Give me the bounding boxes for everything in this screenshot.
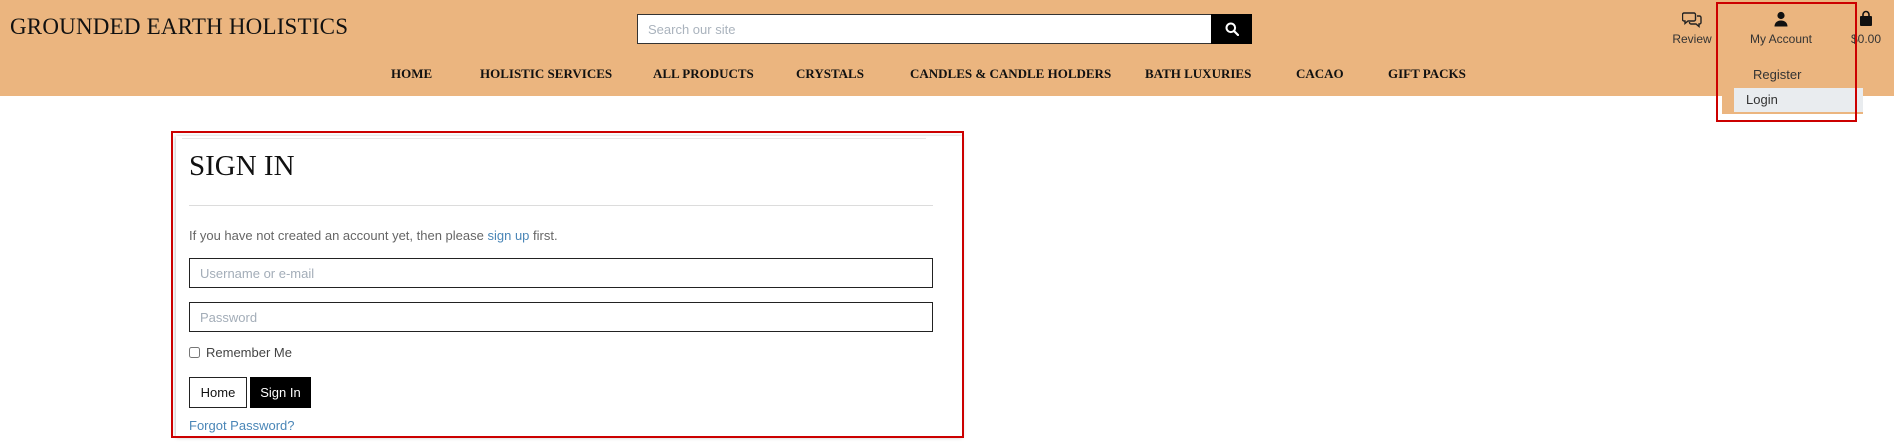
my-account-label: My Account (1749, 32, 1813, 46)
main-navigation: HOME HOLISTIC SERVICES ALL PRODUCTS CRYS… (0, 66, 1894, 82)
signup-prompt-text-before: If you have not created an account yet, … (189, 228, 488, 243)
nav-all-products[interactable]: ALL PRODUCTS (653, 66, 754, 82)
search-button[interactable] (1211, 14, 1252, 44)
login-menu-label: Login (1746, 92, 1778, 107)
login-menu-item[interactable]: Login (1734, 88, 1863, 112)
my-account-link[interactable]: My Account (1743, 10, 1819, 46)
signup-prompt: If you have not created an account yet, … (189, 228, 558, 243)
signin-panel: SIGN IN If you have not created an accou… (176, 136, 962, 436)
title-divider (189, 205, 933, 206)
cart-total: $0.00 (1850, 32, 1882, 46)
site-header: GROUNDED EARTH HOLISTICS HOME HOLISTIC S… (0, 0, 1894, 96)
signup-link[interactable]: sign up (487, 228, 529, 243)
shopping-bag-icon (1860, 10, 1872, 26)
nav-cacao[interactable]: CACAO (1296, 66, 1344, 82)
home-button[interactable]: Home (189, 377, 247, 408)
nav-gift-packs[interactable]: GIFT PACKS (1388, 66, 1466, 82)
remember-me-checkbox[interactable] (189, 347, 200, 358)
nav-bath-luxuries[interactable]: BATH LUXURIES (1145, 66, 1251, 82)
nav-crystals[interactable]: CRYSTALS (796, 66, 864, 82)
password-field[interactable] (189, 302, 933, 332)
signup-prompt-text-after: first. (529, 228, 558, 243)
review-link[interactable]: Review (1669, 10, 1715, 46)
username-field[interactable] (189, 258, 933, 288)
search-form (637, 14, 1252, 44)
nav-holistic-services[interactable]: HOLISTIC SERVICES (480, 66, 612, 82)
remember-me-label: Remember Me (206, 345, 292, 360)
user-icon (1774, 11, 1788, 27)
search-input[interactable] (637, 14, 1212, 44)
review-icon (1682, 12, 1702, 28)
remember-me: Remember Me (189, 345, 292, 360)
register-menu-item[interactable]: Register (1753, 67, 1801, 82)
search-icon (1225, 22, 1239, 36)
account-dropdown: Register Login (1722, 56, 1863, 114)
nav-candles[interactable]: CANDLES & CANDLE HOLDERS (910, 66, 1111, 82)
site-logo-text[interactable]: GROUNDED EARTH HOLISTICS (10, 14, 348, 40)
panel-top-divider (182, 138, 926, 139)
nav-home[interactable]: HOME (391, 66, 432, 82)
page-title: SIGN IN (189, 150, 295, 182)
sign-in-button[interactable]: Sign In (250, 377, 311, 408)
review-label: Review (1672, 32, 1712, 46)
forgot-password-link[interactable]: Forgot Password? (189, 418, 295, 433)
cart-link[interactable]: $0.00 (1846, 10, 1886, 46)
